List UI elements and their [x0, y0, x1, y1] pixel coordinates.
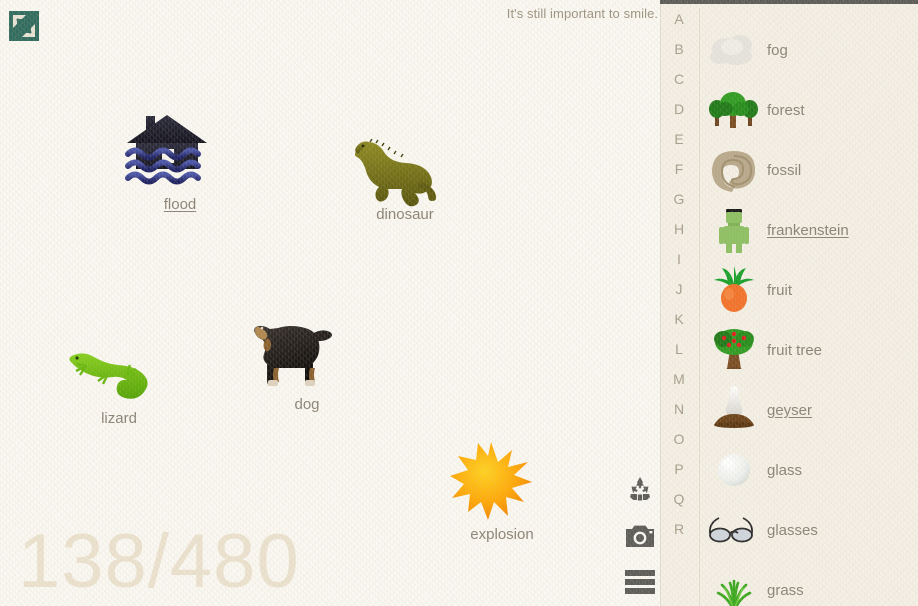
board-canvas[interactable]: It's still important to smile. :) 138/48…: [0, 0, 660, 606]
letter-index-e[interactable]: E: [661, 131, 697, 147]
fog-icon: [705, 22, 763, 78]
board-item-flood[interactable]: flood: [124, 112, 236, 213]
glass-icon: [705, 442, 763, 498]
board-item-dog[interactable]: dog: [252, 318, 362, 413]
recycle-icon[interactable]: [620, 470, 660, 510]
camera-icon[interactable]: [620, 516, 660, 556]
fossil-icon: [705, 142, 763, 198]
board-item-lizard[interactable]: lizard: [62, 350, 176, 427]
grass-icon: [705, 562, 763, 606]
letter-index-p[interactable]: P: [661, 461, 697, 477]
list-item-label: geyser: [767, 401, 813, 419]
list-item-fruit-tree[interactable]: fruit tree: [705, 320, 918, 380]
list-item-label: fruit: [767, 281, 793, 299]
letter-index-q[interactable]: Q: [661, 491, 697, 507]
resize-fullscreen-icon[interactable]: [8, 10, 40, 42]
dinosaur-icon: [348, 136, 462, 207]
list-item-label: fruit tree: [767, 341, 823, 359]
fruit-tree-icon: [705, 322, 763, 378]
board-item-label: explosion: [470, 526, 534, 543]
list-item-label: forest: [767, 101, 805, 119]
board-item-label: flood: [163, 196, 197, 213]
list-item-glass[interactable]: glass: [705, 440, 918, 500]
board-item-dinosaur[interactable]: dinosaur: [348, 136, 462, 223]
board-item-explosion[interactable]: explosion: [448, 440, 556, 543]
letter-index-i[interactable]: I: [661, 251, 697, 267]
letter-index-b[interactable]: B: [661, 41, 697, 57]
toolbar: [620, 470, 660, 606]
list-item-label: fog: [767, 41, 788, 59]
explosion-icon: [448, 440, 556, 522]
letter-index-j[interactable]: J: [661, 281, 697, 297]
list-item-label: grass: [767, 581, 804, 599]
frankenstein-icon: [705, 202, 763, 258]
letter-index-a[interactable]: A: [661, 11, 697, 27]
letter-index-f[interactable]: F: [661, 161, 697, 177]
list-item-fossil[interactable]: fossil: [705, 140, 918, 200]
letter-index-k[interactable]: K: [661, 311, 697, 327]
letter-index-h[interactable]: H: [661, 221, 697, 237]
letter-index-m[interactable]: M: [661, 371, 697, 387]
flood-icon: [124, 112, 236, 192]
list-item-geyser[interactable]: geyser: [705, 380, 918, 440]
score-counter: 138/480: [18, 519, 300, 604]
board-item-label: lizard: [101, 410, 137, 427]
letter-index-g[interactable]: G: [661, 191, 697, 207]
list-item-grass[interactable]: grass: [705, 560, 918, 606]
element-list[interactable]: fog forest fossil frankenstein fruit fru…: [705, 0, 918, 606]
letter-index-n[interactable]: N: [661, 401, 697, 417]
list-item-frankenstein[interactable]: frankenstein: [705, 200, 918, 260]
element-sidebar[interactable]: A B C D E F G H I J K L M N O P Q R fog …: [660, 0, 918, 606]
fruit-icon: [705, 262, 763, 318]
letter-index-r[interactable]: R: [661, 521, 697, 537]
list-item-label: glass: [767, 461, 803, 479]
letter-index-o[interactable]: O: [661, 431, 697, 447]
dog-icon: [252, 318, 362, 392]
board-item-label: dog: [294, 396, 320, 413]
sidebar-divider: [699, 8, 700, 606]
letter-index-l[interactable]: L: [661, 341, 697, 357]
glasses-icon: [705, 502, 763, 558]
list-item-glasses[interactable]: glasses: [705, 500, 918, 560]
sidebar-top-edge: [660, 0, 918, 4]
geyser-icon: [705, 382, 763, 438]
forest-icon: [705, 82, 763, 138]
letter-index[interactable]: A B C D E F G H I J K L M N O P Q R: [661, 0, 697, 606]
list-item-fog[interactable]: fog: [705, 20, 918, 80]
letter-index-c[interactable]: C: [661, 71, 697, 87]
list-item-label: glasses: [767, 521, 818, 539]
letter-index-d[interactable]: D: [661, 101, 697, 117]
list-item-forest[interactable]: forest: [705, 80, 918, 140]
hamburger-icon[interactable]: [620, 562, 660, 602]
list-item-label: frankenstein: [767, 221, 849, 239]
list-item-label: fossil: [767, 161, 802, 179]
tip-text: It's still important to smile. :): [506, 6, 660, 21]
board-item-label: dinosaur: [376, 206, 434, 223]
list-item-fruit[interactable]: fruit: [705, 260, 918, 320]
lizard-icon: [62, 350, 176, 406]
